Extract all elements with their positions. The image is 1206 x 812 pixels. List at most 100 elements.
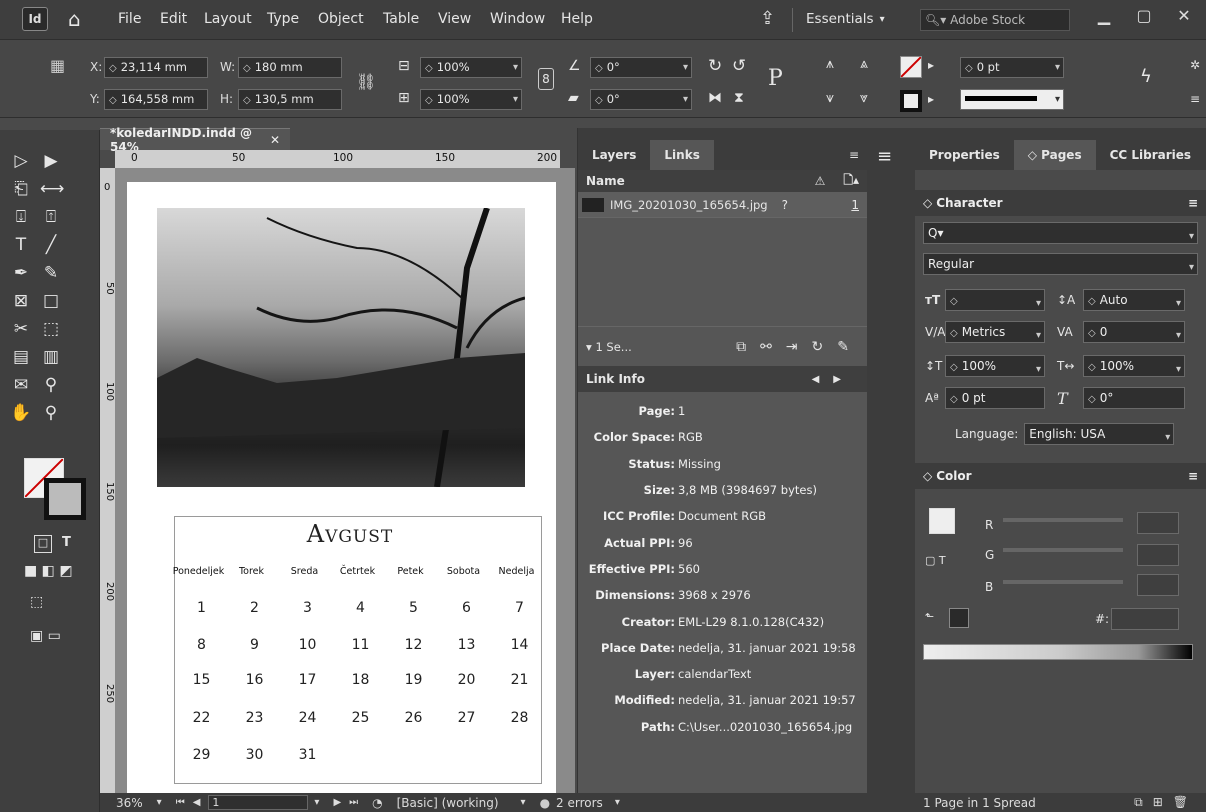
w-field[interactable]: ◇ 180 mm bbox=[238, 57, 342, 78]
menu-file[interactable]: File bbox=[118, 11, 141, 27]
tab-layers[interactable]: Layers bbox=[578, 140, 650, 170]
formatting-text-icon[interactable]: T bbox=[62, 535, 71, 550]
document-tab[interactable]: *koledarINDD.indd @ 54% ✕ bbox=[100, 126, 290, 154]
stroke-weight-field[interactable]: ◇ 0 pt ▾ bbox=[960, 57, 1064, 78]
menu-layout[interactable]: Layout bbox=[204, 11, 252, 27]
preflight-icon[interactable]: ◔ bbox=[372, 796, 382, 810]
constrain-proportions-icon[interactable]: ⛓ bbox=[356, 72, 376, 91]
error-count[interactable]: 2 errors bbox=[556, 796, 603, 810]
tab-properties[interactable]: Properties bbox=[915, 140, 1014, 170]
maximize-button[interactable]: ▢ bbox=[1124, 4, 1164, 30]
gap-tool-icon[interactable]: ⟷ bbox=[40, 178, 64, 200]
hex-field[interactable] bbox=[1111, 608, 1179, 630]
leading-field[interactable]: ◇ Auto ▾ bbox=[1083, 289, 1185, 311]
type-tool-icon[interactable]: T bbox=[10, 234, 32, 256]
scissors-tool-icon[interactable]: ✂ bbox=[10, 318, 32, 340]
close-button[interactable]: ✕ bbox=[1164, 4, 1204, 30]
flip-vertical-icon[interactable]: ⧗ bbox=[734, 90, 744, 106]
collapsed-panel-icon[interactable]: ≡ bbox=[877, 146, 915, 167]
b-field[interactable] bbox=[1137, 574, 1179, 596]
h-field[interactable]: ◇ 130,5 mm bbox=[238, 89, 342, 110]
lightning-icon[interactable]: ϟ bbox=[1140, 66, 1152, 87]
previous-page-icon[interactable]: ◀ bbox=[193, 797, 201, 808]
fill-swatch[interactable] bbox=[900, 56, 922, 78]
menu-view[interactable]: View bbox=[438, 11, 471, 27]
page-action-icons[interactable]: ⧉⊞🗑︎ bbox=[1134, 795, 1198, 810]
missing-link-icon[interactable]: ? bbox=[782, 198, 788, 212]
close-tab-icon[interactable]: ✕ bbox=[270, 133, 280, 147]
color-fill-stroke-icon[interactable] bbox=[929, 508, 955, 534]
direct-selection-tool-icon[interactable]: ▶ bbox=[40, 150, 62, 172]
free-transform-tool-icon[interactable]: ⬚ bbox=[40, 318, 62, 340]
character-section-header[interactable]: ◇ Character ≡ bbox=[915, 190, 1206, 216]
link-info-nav-icon[interactable]: ◀▶ bbox=[812, 374, 855, 385]
share-icon[interactable]: ⇪ bbox=[760, 8, 775, 29]
profile-dropdown-icon[interactable]: ▾ bbox=[521, 797, 526, 808]
stroke-swatch-large[interactable] bbox=[44, 478, 86, 520]
pen-tool-icon[interactable]: ✒ bbox=[10, 262, 32, 284]
stock-search-input[interactable]: 🔍︎▾ Adobe Stock bbox=[920, 9, 1070, 31]
y-field[interactable]: ◇ 164,558 mm bbox=[104, 89, 208, 110]
zoom-level[interactable]: 36% bbox=[116, 796, 143, 810]
link-page-number[interactable]: 1 bbox=[851, 198, 859, 212]
errors-dropdown-icon[interactable]: ▾ bbox=[615, 797, 620, 808]
panel-menu-icon[interactable]: ≡ bbox=[1188, 469, 1198, 483]
last-page-icon[interactable]: ⏭ bbox=[349, 797, 358, 808]
scale-y-field[interactable]: ◇ 100% ▾ bbox=[420, 89, 522, 110]
align-center-icon[interactable]: ⩛ bbox=[826, 90, 834, 106]
menu-type[interactable]: Type bbox=[267, 11, 299, 27]
reference-p-icon[interactable]: P bbox=[768, 66, 783, 91]
color-section-header[interactable]: ◇ Color ≡ bbox=[915, 463, 1206, 489]
apply-color-icon[interactable]: ■ ◧ ◩ bbox=[24, 563, 73, 579]
selection-toggle[interactable]: ▾ 1 Se... bbox=[586, 340, 632, 354]
tab-links[interactable]: Links bbox=[650, 140, 714, 170]
panel-menu-icon[interactable]: ≡ bbox=[849, 148, 859, 162]
stroke-menu-icon[interactable]: ▸ bbox=[928, 92, 934, 106]
page-dropdown-icon[interactable]: ▾ bbox=[314, 797, 319, 808]
line-tool-icon[interactable]: ╱ bbox=[40, 234, 62, 256]
fill-menu-icon[interactable]: ▸ bbox=[928, 58, 934, 72]
gradient-tool-icon[interactable]: ▤ bbox=[10, 346, 32, 368]
rectangle-frame-tool-icon[interactable]: ⊠ bbox=[10, 290, 32, 312]
rotate-field[interactable]: ◇ 0° ▾ bbox=[590, 57, 692, 78]
home-icon[interactable]: ⌂ bbox=[68, 8, 90, 30]
language-dropdown[interactable]: English: USA ▾ bbox=[1024, 423, 1175, 445]
hand-tool-icon[interactable]: ✋ bbox=[10, 402, 32, 424]
font-size-field[interactable]: ◇ ▾ bbox=[945, 289, 1045, 311]
menu-table[interactable]: Table bbox=[383, 11, 419, 27]
last-color-swatch[interactable] bbox=[949, 608, 969, 628]
warning-icon[interactable]: ⚠ bbox=[815, 174, 826, 188]
g-field[interactable] bbox=[1137, 544, 1179, 566]
page-tool-icon[interactable]: ⎗ bbox=[10, 178, 32, 200]
formatting-container-icon[interactable]: □ bbox=[34, 535, 52, 553]
workspace-switcher[interactable]: Essentials ▾ bbox=[806, 11, 885, 27]
stroke-swatch[interactable] bbox=[900, 90, 922, 112]
content-collector-icon[interactable]: ⍗ bbox=[10, 206, 32, 228]
distribute-icon[interactable]: ⩓ bbox=[860, 56, 868, 72]
rotate-cw-icon[interactable]: ↻ bbox=[708, 56, 722, 76]
distribute-center-icon[interactable]: ⩔ bbox=[860, 90, 868, 106]
reference-point-icon[interactable]: ▦ bbox=[50, 56, 74, 80]
tab-pages[interactable]: ◇ Pages bbox=[1013, 140, 1096, 170]
content-placer-icon[interactable]: ⍐ bbox=[40, 206, 62, 228]
shear-field[interactable]: ◇ 0° ▾ bbox=[590, 89, 692, 110]
gradient-feather-tool-icon[interactable]: ▥ bbox=[40, 346, 62, 368]
horizontal-scale-field[interactable]: ◇ 100% ▾ bbox=[1083, 355, 1185, 377]
menu-window[interactable]: Window bbox=[490, 11, 545, 27]
skew-field[interactable]: ◇ 0° bbox=[1083, 387, 1185, 409]
stroke-type-dropdown[interactable]: ▾ bbox=[960, 89, 1064, 110]
screen-mode-icon[interactable]: ▣ ▭ bbox=[30, 628, 61, 644]
baseline-shift-field[interactable]: ◇ 0 pt bbox=[945, 387, 1045, 409]
rotate-ccw-icon[interactable]: ↺ bbox=[732, 56, 746, 76]
rectangle-tool-icon[interactable]: □ bbox=[40, 290, 62, 312]
scale-x-field[interactable]: ◇ 100% ▾ bbox=[420, 57, 522, 78]
link-icon[interactable]: 8 bbox=[538, 68, 554, 90]
r-slider[interactable] bbox=[1003, 518, 1123, 522]
page-column-icon[interactable]: 🗋︎▴ bbox=[843, 171, 859, 192]
menu-help[interactable]: Help bbox=[561, 11, 593, 27]
panel-menu-icon[interactable]: ≡ bbox=[1188, 196, 1198, 210]
color-container-icon[interactable]: ▢ T bbox=[925, 554, 946, 567]
g-slider[interactable] bbox=[1003, 548, 1123, 552]
gear-icon[interactable]: ✲ bbox=[1190, 58, 1200, 72]
mode-icon[interactable]: ⬚ bbox=[30, 594, 43, 610]
